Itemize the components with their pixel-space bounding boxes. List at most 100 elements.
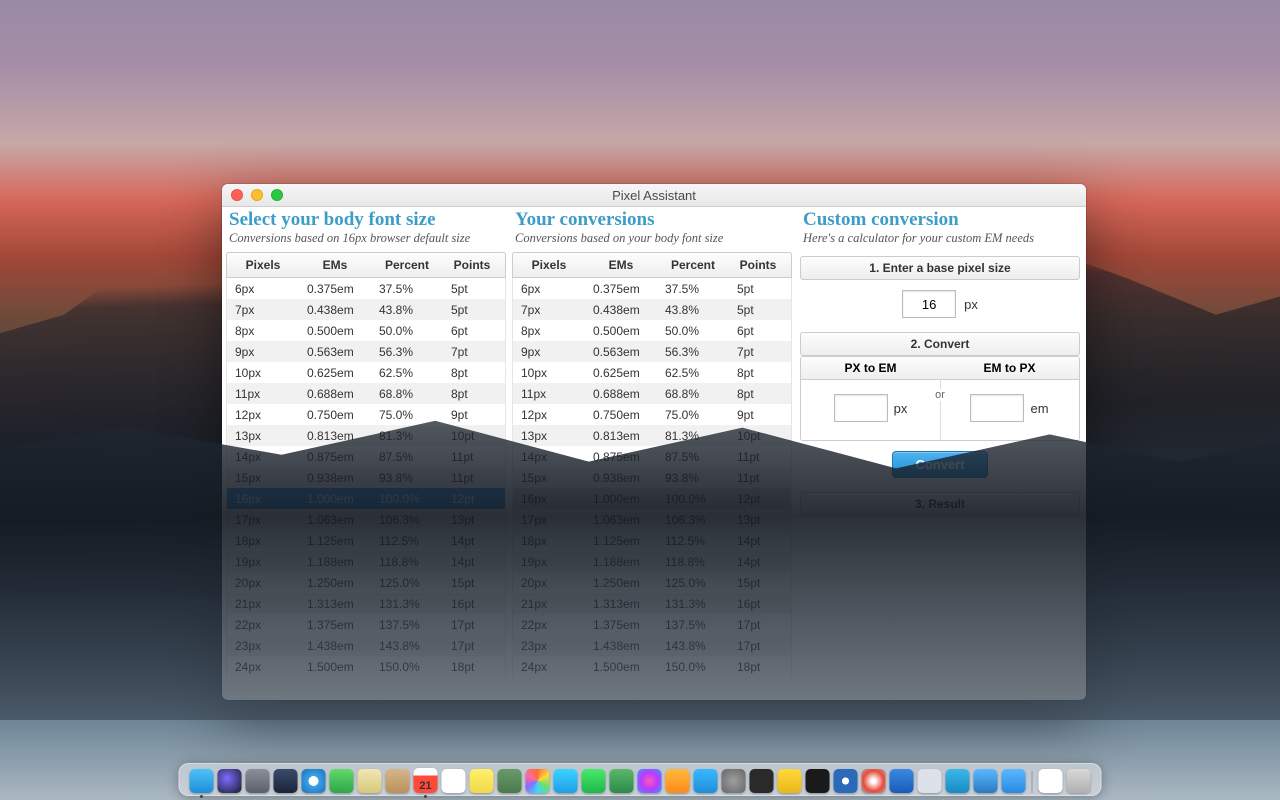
table-row[interactable]: 7px0.438em43.8%5pt	[227, 299, 505, 320]
table-row: 12px0.750em75.0%9pt	[513, 404, 791, 425]
dock-appstore-icon[interactable]	[694, 769, 718, 793]
cell-em: 0.750em	[585, 408, 657, 422]
table-b-body: 6px0.375em37.5%5pt7px0.438em43.8%5pt8px0…	[512, 278, 792, 677]
table-row: 15px0.938em93.8%11pt	[513, 467, 791, 488]
cell-pt: 14pt	[729, 555, 787, 569]
dock-terminal-icon[interactable]	[750, 769, 774, 793]
table-row[interactable]: 17px1.063em106.3%13pt	[227, 509, 505, 530]
cell-px: 8px	[227, 324, 299, 338]
titlebar[interactable]: Pixel Assistant	[222, 184, 1086, 207]
dock-automator-icon[interactable]	[974, 769, 998, 793]
dock-calendar-icon[interactable]: 21	[414, 768, 438, 793]
table-row[interactable]: 9px0.563em56.3%7pt	[227, 341, 505, 362]
table-row[interactable]: 21px1.313em131.3%16pt	[227, 593, 505, 614]
cell-pt: 16pt	[443, 597, 501, 611]
table-b-header: Pixels EMs Percent Points	[512, 252, 792, 278]
cell-pt: 11pt	[729, 471, 787, 485]
cell-px: 17px	[227, 513, 299, 527]
em-input[interactable]	[970, 394, 1024, 422]
table-row: 8px0.500em50.0%6pt	[513, 320, 791, 341]
table-row[interactable]: 19px1.188em118.8%14pt	[227, 551, 505, 572]
cell-pct: 68.8%	[657, 387, 729, 401]
cell-pt: 5pt	[443, 282, 501, 296]
dock-document-icon[interactable]	[1039, 769, 1063, 793]
dock-notes-icon[interactable]	[470, 769, 494, 793]
cell-pct: 150.0%	[657, 660, 729, 674]
px-input[interactable]	[834, 394, 888, 422]
dock-contacts-icon[interactable]	[386, 769, 410, 793]
dock-safari-icon[interactable]	[302, 769, 326, 793]
dock-maps-icon[interactable]	[610, 769, 634, 793]
cell-pt: 10pt	[443, 429, 501, 443]
dock-reminders-icon[interactable]	[442, 769, 466, 793]
dock-mail-icon[interactable]	[358, 769, 382, 793]
cell-pct: 106.3%	[657, 513, 729, 527]
dock-launchpad-icon[interactable]	[246, 769, 270, 793]
cell-em: 1.438em	[299, 639, 371, 653]
dock-itunes-icon[interactable]	[638, 769, 662, 793]
table-row[interactable]: 11px0.688em68.8%8pt	[227, 383, 505, 404]
table-row[interactable]: 20px1.250em125.0%15pt	[227, 572, 505, 593]
dock-xcode-icon[interactable]	[946, 769, 970, 793]
cell-pct: 81.3%	[657, 429, 729, 443]
table-row[interactable]: 22px1.375em137.5%17pt	[227, 614, 505, 635]
cell-em: 0.563em	[299, 345, 371, 359]
cell-pt: 15pt	[443, 576, 501, 590]
col-b-title: Your conversions	[515, 209, 789, 231]
table-row[interactable]: 6px0.375em37.5%5pt	[227, 278, 505, 299]
dock-numbers-icon[interactable]	[330, 769, 354, 793]
dock-mission-control-icon[interactable]	[274, 769, 298, 793]
dock-finder-icon[interactable]	[190, 769, 214, 793]
table-row: 14px0.875em87.5%11pt	[513, 446, 791, 467]
dock-keynote-icon[interactable]	[498, 769, 522, 793]
table-row[interactable]: 23px1.438em143.8%17pt	[227, 635, 505, 656]
dock-sourcetree-icon[interactable]	[834, 769, 858, 793]
dock-textedit-icon[interactable]	[918, 769, 942, 793]
window-title: Pixel Assistant	[222, 188, 1086, 203]
dock-photos-icon[interactable]	[526, 769, 550, 793]
table-row[interactable]: 14px0.875em87.5%11pt	[227, 446, 505, 467]
step1-header: 1. Enter a base pixel size	[800, 256, 1080, 280]
dock-siri-icon[interactable]	[218, 769, 242, 793]
table-row[interactable]: 12px0.750em75.0%9pt	[227, 404, 505, 425]
cell-pct: 62.5%	[371, 366, 443, 380]
table-row[interactable]: 24px1.500em150.0%18pt	[227, 656, 505, 677]
dock-console-icon[interactable]	[778, 769, 802, 793]
cell-pct: 37.5%	[657, 282, 729, 296]
dock-vscode-icon[interactable]	[890, 769, 914, 793]
base-px-input[interactable]	[902, 290, 956, 318]
cell-pct: 150.0%	[371, 660, 443, 674]
cell-pt: 14pt	[729, 534, 787, 548]
cell-pct: 87.5%	[371, 450, 443, 464]
dock-preferences-icon[interactable]	[722, 769, 746, 793]
dock-messages-icon[interactable]	[554, 769, 578, 793]
cell-pct: 118.8%	[371, 555, 443, 569]
cell-px: 11px	[513, 387, 585, 401]
cell-pt: 12pt	[729, 492, 787, 506]
dock-grab-icon[interactable]	[1002, 769, 1026, 793]
cell-pt: 11pt	[729, 450, 787, 464]
dock-ibooks-icon[interactable]	[666, 769, 690, 793]
cell-em: 1.188em	[299, 555, 371, 569]
cell-em: 0.500em	[299, 324, 371, 338]
dock-activity-icon[interactable]	[806, 769, 830, 793]
cell-em: 0.938em	[299, 471, 371, 485]
table-row[interactable]: 10px0.625em62.5%8pt	[227, 362, 505, 383]
convert-button[interactable]: Convert	[892, 451, 987, 478]
table-row[interactable]: 8px0.500em50.0%6pt	[227, 320, 505, 341]
dock-facetime-icon[interactable]	[582, 769, 606, 793]
cell-em: 1.313em	[299, 597, 371, 611]
cell-em: 0.875em	[299, 450, 371, 464]
table-row[interactable]: 16px1.000em100.0%12pt	[227, 488, 505, 509]
dock-disc-icon[interactable]	[862, 769, 886, 793]
cell-pct: 118.8%	[657, 555, 729, 569]
cell-pt: 8pt	[443, 366, 501, 380]
table-row[interactable]: 18px1.125em112.5%14pt	[227, 530, 505, 551]
cell-pt: 10pt	[729, 429, 787, 443]
table-row[interactable]: 15px0.938em93.8%11pt	[227, 467, 505, 488]
table-row: 24px1.500em150.0%18pt	[513, 656, 791, 677]
dock-trash-icon[interactable]	[1067, 769, 1091, 793]
cell-px: 24px	[227, 660, 299, 674]
cell-pt: 8pt	[443, 387, 501, 401]
table-row[interactable]: 13px0.813em81.3%10pt	[227, 425, 505, 446]
